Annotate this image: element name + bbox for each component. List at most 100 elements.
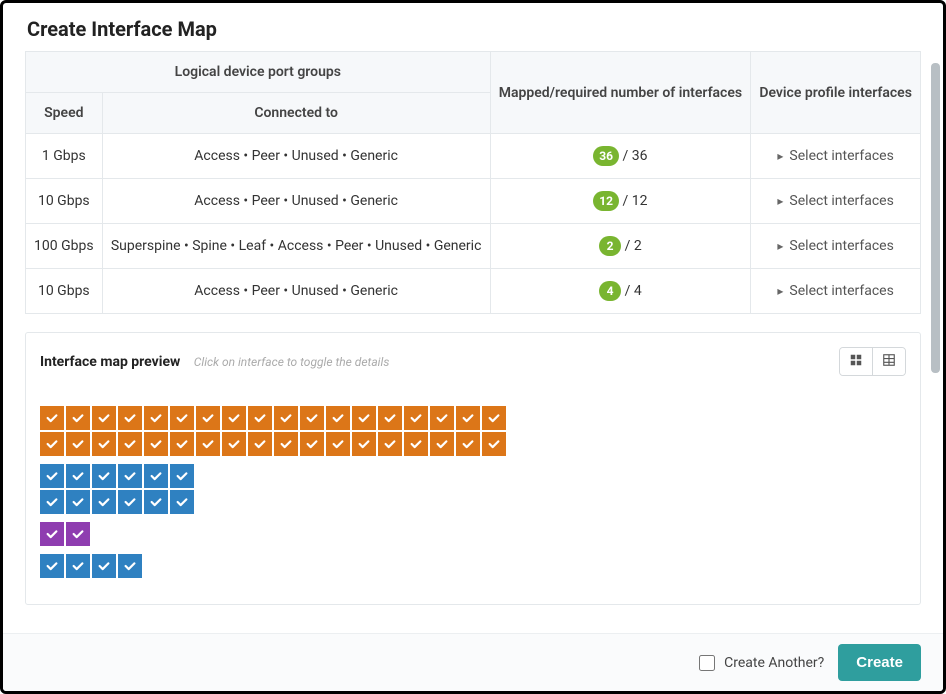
interface-cell[interactable] <box>144 406 168 430</box>
interface-cell[interactable] <box>456 406 480 430</box>
col-mapped: Mapped/required number of interfaces <box>490 52 751 134</box>
interface-cell[interactable] <box>274 432 298 456</box>
interface-cell[interactable] <box>352 406 376 430</box>
interface-cell[interactable] <box>66 522 90 546</box>
interface-cell[interactable] <box>40 490 64 514</box>
select-interfaces-link[interactable]: Select interfaces <box>777 283 893 299</box>
table-icon <box>883 354 895 366</box>
interface-cell[interactable] <box>144 490 168 514</box>
table-row: 1 GbpsAccess • Peer • Unused • Generic36… <box>26 134 921 179</box>
interface-cell[interactable] <box>92 464 116 488</box>
check-icon <box>71 559 85 573</box>
check-icon <box>279 411 293 425</box>
interface-cell[interactable] <box>118 464 142 488</box>
cell-mapped: 2 / 2 <box>490 224 751 269</box>
cell-mapped: 4 / 4 <box>490 269 751 314</box>
select-interfaces-link[interactable]: Select interfaces <box>777 238 893 254</box>
check-icon <box>149 437 163 451</box>
interface-cell[interactable] <box>196 406 220 430</box>
check-icon <box>45 411 59 425</box>
interface-cell[interactable] <box>404 406 428 430</box>
interface-cell[interactable] <box>482 432 506 456</box>
scrollbar[interactable] <box>931 63 940 373</box>
create-another-checkbox[interactable] <box>699 655 715 671</box>
interface-cell[interactable] <box>92 554 116 578</box>
interface-cell[interactable] <box>170 464 194 488</box>
cell-mapped: 12 / 12 <box>490 179 751 224</box>
interface-cell[interactable] <box>40 554 64 578</box>
interface-cell[interactable] <box>300 432 324 456</box>
interface-cell[interactable] <box>170 490 194 514</box>
interface-cell[interactable] <box>404 432 428 456</box>
view-table-button[interactable] <box>872 348 905 375</box>
interface-cell[interactable] <box>118 406 142 430</box>
create-another-checkbox-wrap[interactable]: Create Another? <box>695 652 824 674</box>
interface-row <box>40 432 906 456</box>
interface-cell[interactable] <box>170 406 194 430</box>
interface-cell[interactable] <box>326 406 350 430</box>
interface-cell[interactable] <box>430 406 454 430</box>
interface-cell[interactable] <box>40 406 64 430</box>
check-icon <box>435 411 449 425</box>
check-icon <box>383 411 397 425</box>
interface-cell[interactable] <box>92 490 116 514</box>
interface-cell[interactable] <box>456 432 480 456</box>
interface-group <box>40 464 906 514</box>
interface-cell[interactable] <box>40 522 64 546</box>
interface-cell[interactable] <box>118 490 142 514</box>
interface-cell[interactable] <box>144 432 168 456</box>
col-profile: Device profile interfaces <box>751 52 921 134</box>
interface-cell[interactable] <box>222 406 246 430</box>
view-grid-button[interactable] <box>840 348 872 375</box>
interface-cell[interactable] <box>248 432 272 456</box>
interface-cell[interactable] <box>482 406 506 430</box>
interface-cell[interactable] <box>118 432 142 456</box>
interface-cell[interactable] <box>352 432 376 456</box>
check-icon <box>305 411 319 425</box>
interface-cell[interactable] <box>66 490 90 514</box>
check-icon <box>383 437 397 451</box>
create-button[interactable]: Create <box>838 644 921 681</box>
interface-cell[interactable] <box>378 406 402 430</box>
interface-cell[interactable] <box>326 432 350 456</box>
interface-cell[interactable] <box>66 464 90 488</box>
interface-cell[interactable] <box>66 432 90 456</box>
cell-speed: 10 Gbps <box>26 179 103 224</box>
check-icon <box>175 437 189 451</box>
check-icon <box>45 559 59 573</box>
check-icon <box>201 437 215 451</box>
preview-view-toggle <box>839 347 906 376</box>
cell-speed: 1 Gbps <box>26 134 103 179</box>
mapped-badge: 36 <box>593 146 619 166</box>
select-interfaces-link[interactable]: Select interfaces <box>777 148 893 164</box>
interface-cell[interactable] <box>378 432 402 456</box>
interface-cell[interactable] <box>300 406 324 430</box>
interface-cell[interactable] <box>40 464 64 488</box>
interface-cell[interactable] <box>118 554 142 578</box>
mapped-badge: 4 <box>599 281 621 301</box>
interface-cell[interactable] <box>144 464 168 488</box>
interface-cell[interactable] <box>430 432 454 456</box>
cell-connected: Access • Peer • Unused • Generic <box>102 179 490 224</box>
interface-cell[interactable] <box>248 406 272 430</box>
interface-cell[interactable] <box>40 432 64 456</box>
interface-group <box>40 522 906 546</box>
check-icon <box>175 469 189 483</box>
interface-cell[interactable] <box>92 406 116 430</box>
interface-cell[interactable] <box>92 432 116 456</box>
interface-cell[interactable] <box>66 554 90 578</box>
check-icon <box>123 495 137 509</box>
interface-cell[interactable] <box>222 432 246 456</box>
interface-cell[interactable] <box>66 406 90 430</box>
check-icon <box>149 495 163 509</box>
interface-cell[interactable] <box>274 406 298 430</box>
cell-profile: Select interfaces <box>751 224 921 269</box>
check-icon <box>97 559 111 573</box>
interface-cell[interactable] <box>196 432 220 456</box>
cell-connected: Access • Peer • Unused • Generic <box>102 269 490 314</box>
cell-profile: Select interfaces <box>751 134 921 179</box>
check-icon <box>461 411 475 425</box>
select-interfaces-link[interactable]: Select interfaces <box>777 193 893 209</box>
interface-cell[interactable] <box>170 432 194 456</box>
col-logical: Logical device port groups <box>26 52 491 93</box>
